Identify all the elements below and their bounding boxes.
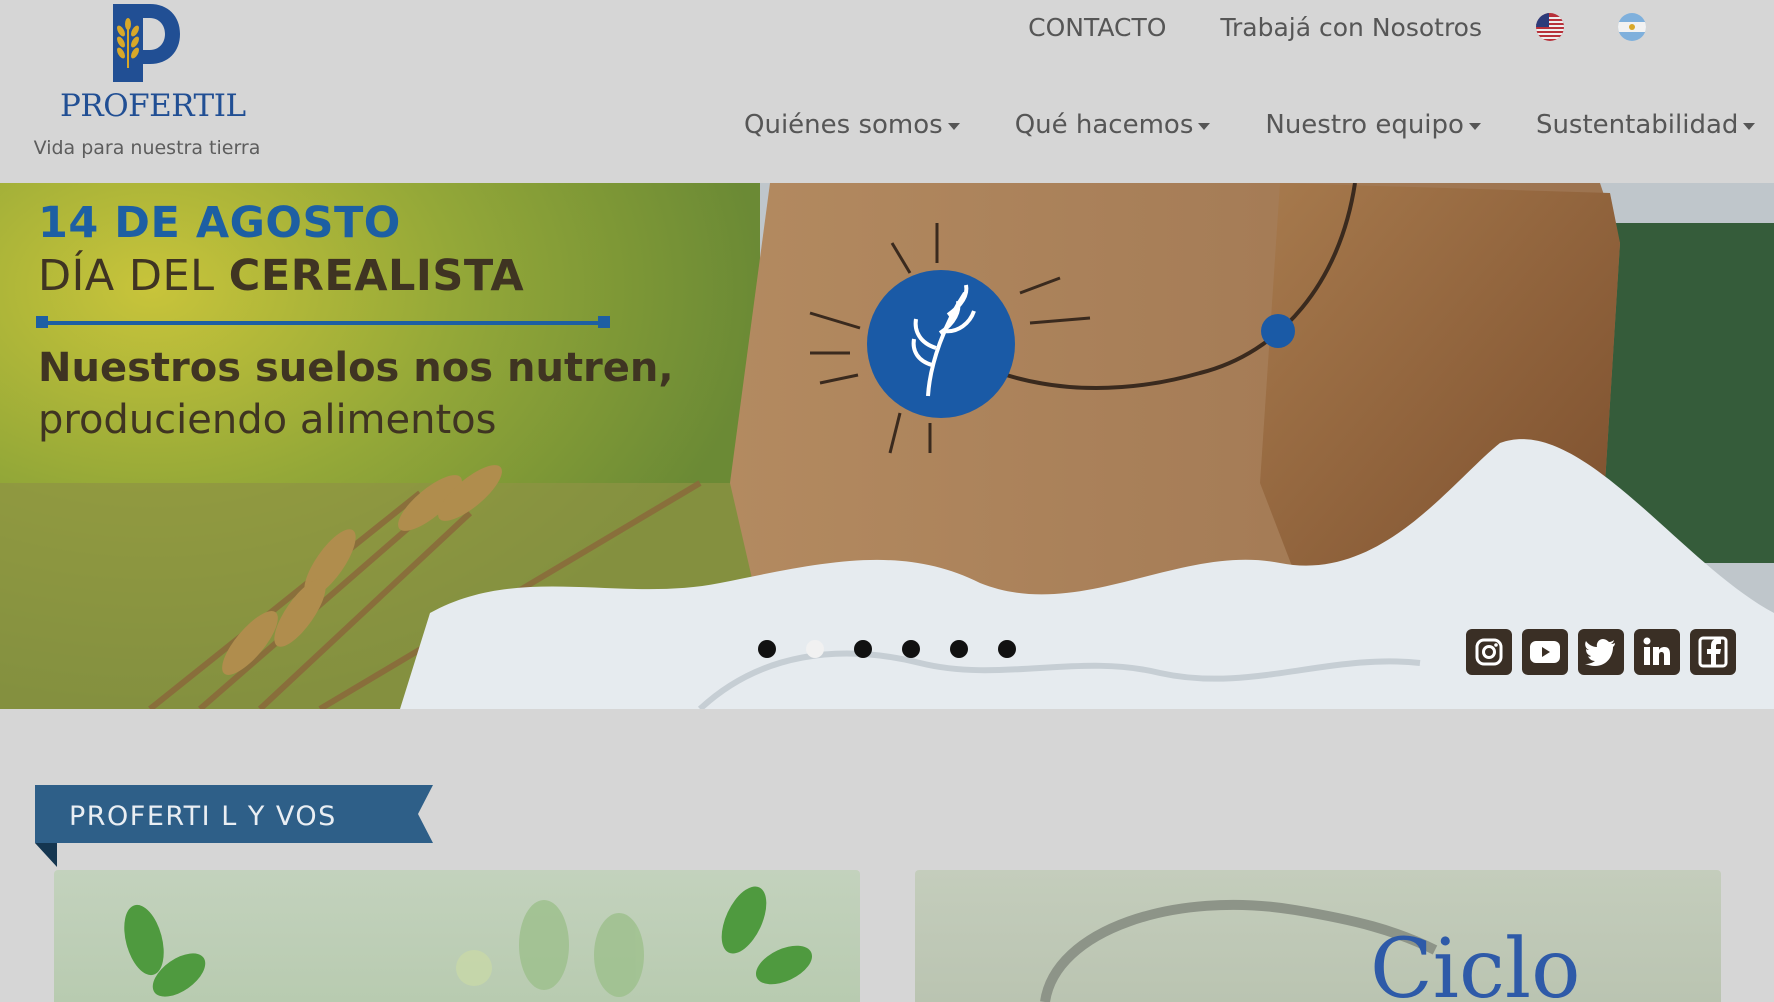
banner-day-strong: CEREALISTA xyxy=(228,251,525,301)
slider-dot-3[interactable] xyxy=(854,640,872,658)
profertil-logo-mark xyxy=(113,4,180,82)
caret-down-icon xyxy=(1743,123,1756,130)
site-header: PROFERTIL Vida para nuestra tierra CONTA… xyxy=(0,0,1774,183)
instagram-icon[interactable] xyxy=(1466,629,1512,675)
slider-dot-1[interactable] xyxy=(758,640,776,658)
social-links xyxy=(1466,629,1736,675)
feature-card-1[interactable] xyxy=(54,870,860,1002)
nav-item-nuestro-equipo[interactable]: Nuestro equipo xyxy=(1265,110,1481,140)
ciclo-artwork xyxy=(1040,899,1438,1002)
hero-slider[interactable]: 14 DE AGOSTO DÍA DEL CEREALISTA Nuestros… xyxy=(0,183,1774,709)
banner-message-rest: produciendo alimentos xyxy=(38,397,497,443)
section-title: PROFERTI L Y VOS xyxy=(69,801,337,832)
nav-item-label: Nuestro equipo xyxy=(1265,110,1464,140)
section-ribbon: PROFERTI L Y VOS xyxy=(35,785,433,867)
caret-down-icon xyxy=(1198,123,1211,130)
brand-logo[interactable]: PROFERTIL Vida para nuestra tierra xyxy=(30,0,270,165)
us-flag-icon[interactable] xyxy=(1536,13,1564,41)
language-switcher xyxy=(1536,13,1646,41)
twitter-icon[interactable] xyxy=(1578,629,1624,675)
slider-pagination xyxy=(758,640,1016,658)
nav-item-label: Qué hacemos xyxy=(1014,110,1194,140)
card-2-title: Ciclo xyxy=(1370,922,1581,1002)
nav-item-quienes-somos[interactable]: Quiénes somos xyxy=(744,110,960,140)
nav-item-que-hacemos[interactable]: Qué hacemos xyxy=(1015,110,1211,140)
youtube-icon[interactable] xyxy=(1522,629,1568,675)
nav-item-sustentabilidad[interactable]: Sustentabilidad xyxy=(1535,110,1756,140)
main-navigation: Quiénes somos Qué hacemos Nuestro equipo… xyxy=(744,110,1756,140)
feature-card-2[interactable]: Ciclo xyxy=(915,870,1721,1002)
banner-date: 14 DE AGOSTO xyxy=(38,198,401,248)
top-utility-bar: CONTACTO Trabajá con Nosotros xyxy=(1028,11,1646,43)
nav-item-label: Sustentabilidad xyxy=(1535,110,1739,140)
banner-divider xyxy=(36,316,610,328)
slider-dot-6[interactable] xyxy=(998,640,1016,658)
brand-name: PROFERTIL xyxy=(60,88,246,124)
linkedin-icon[interactable] xyxy=(1634,629,1680,675)
facebook-icon[interactable] xyxy=(1690,629,1736,675)
banner-day-title: DÍA DEL CEREALISTA xyxy=(38,251,524,301)
caret-down-icon xyxy=(1468,123,1481,130)
slider-dot-2[interactable] xyxy=(806,640,824,658)
banner-day-prefix: DÍA DEL xyxy=(38,251,229,301)
leaves-image xyxy=(124,886,813,997)
brand-tagline: Vida para nuestra tierra xyxy=(33,137,261,159)
work-with-us-link[interactable]: Trabajá con Nosotros xyxy=(1220,13,1482,42)
slider-dot-4[interactable] xyxy=(902,640,920,658)
contact-link[interactable]: CONTACTO xyxy=(1028,13,1166,42)
slider-dot-5[interactable] xyxy=(950,640,968,658)
nav-item-label: Quiénes somos xyxy=(744,110,943,140)
argentina-flag-icon[interactable] xyxy=(1618,13,1646,41)
caret-down-icon xyxy=(947,123,960,130)
banner-message-strong: Nuestros suelos nos nutren, xyxy=(38,345,674,391)
